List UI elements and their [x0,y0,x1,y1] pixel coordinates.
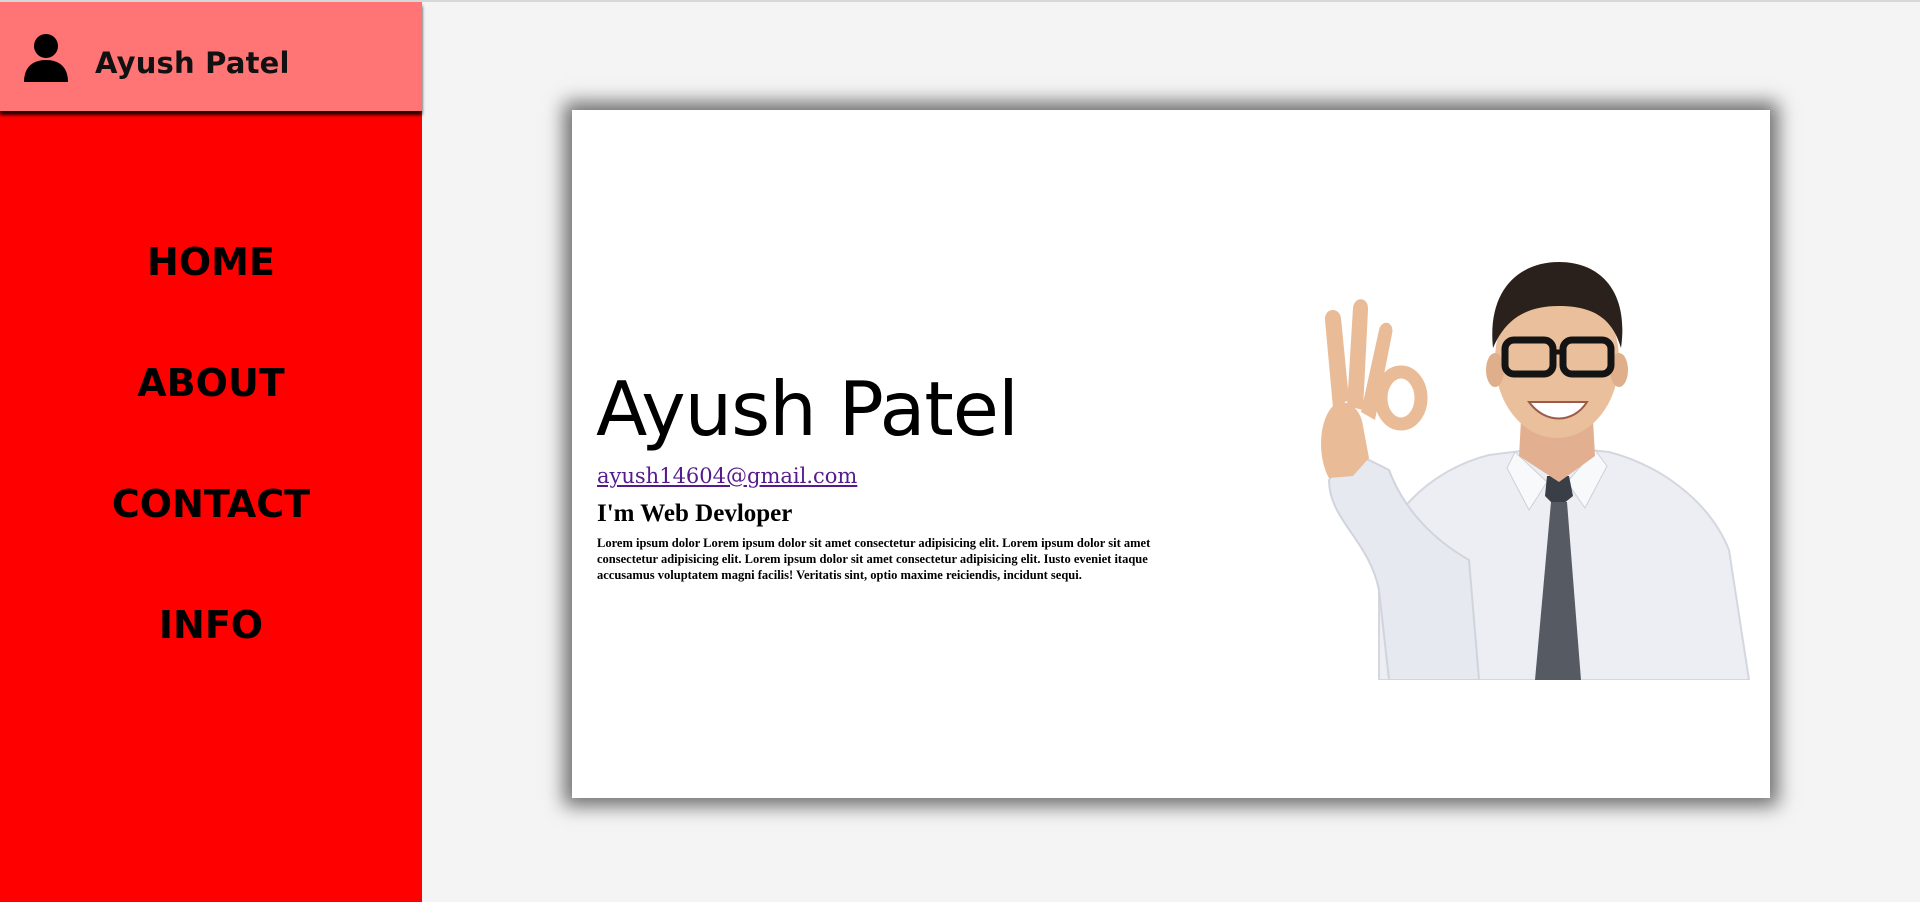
sidebar-item-contact[interactable]: CONTACT [0,479,422,600]
sidebar: Ayush Patel HOME ABOUT CONTACT INFO [0,2,422,902]
profile-photo [1229,220,1752,680]
sidebar-header: Ayush Patel [0,2,422,111]
profile-name: Ayush Patel [596,365,1019,453]
sidebar-user-name: Ayush Patel [95,46,290,80]
sidebar-item-home[interactable]: HOME [0,237,422,358]
sidebar-item-info[interactable]: INFO [0,600,422,721]
profile-bio: Lorem ipsum dolor Lorem ipsum dolor sit … [597,536,1151,582]
profile-role: I'm Web Devloper [597,500,793,527]
profile-card: Ayush Patel ayush14604@gmail.com I'm Web… [572,110,1770,798]
user-icon [24,34,68,82]
sidebar-nav: HOME ABOUT CONTACT INFO [0,237,422,721]
sidebar-item-about[interactable]: ABOUT [0,358,422,479]
email-link[interactable]: ayush14604@gmail.com [597,464,857,488]
